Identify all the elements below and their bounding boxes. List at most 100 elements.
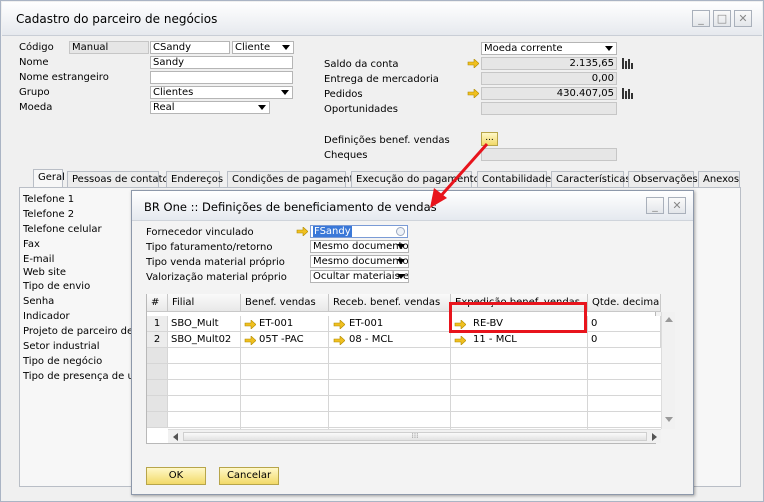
codigo-label: Código: [19, 42, 54, 53]
link-arrow-icon[interactable]: [296, 227, 308, 236]
tipo-faturamento-select[interactable]: Mesmo documento: [310, 240, 409, 253]
website-label: Web site: [23, 267, 67, 278]
grid-header-number: #: [147, 294, 168, 312]
telefone-celular-label: Telefone celular: [23, 224, 102, 235]
scroll-up-icon[interactable]: [665, 317, 673, 322]
cell-filial[interactable]: SBO_Mult02: [168, 332, 241, 348]
tab-condicoes-pagamento[interactable]: Condições de pagamento: [227, 171, 360, 187]
senha-label: Senha: [23, 296, 55, 307]
benef-definitions-dialog: BR One :: Definições de beneficiamento d…: [131, 190, 694, 495]
highlight-box: [449, 302, 587, 333]
entrega-field: 0,00: [481, 72, 617, 85]
indicador-label: Indicador: [23, 311, 70, 322]
tab-geral[interactable]: Geral: [33, 169, 65, 187]
grid-header-receb-benef[interactable]: Receb. benef. vendas: [329, 294, 451, 312]
window-title-bar: Cadastro do parceiro de negócios _ □ ✕: [2, 2, 762, 36]
setor-industrial-label: Setor industrial: [23, 341, 100, 352]
moeda-label: Moeda: [19, 102, 53, 113]
grid-header-benef-vendas[interactable]: Benef. vendas: [241, 294, 329, 312]
choose-from-list-icon[interactable]: [396, 227, 405, 236]
saldo-label: Saldo da conta: [324, 59, 399, 70]
row-number[interactable]: 1: [147, 316, 168, 332]
telefone2-label: Telefone 2: [23, 209, 75, 220]
partner-type-select[interactable]: Cliente: [232, 41, 294, 54]
pedidos-field: 430.407,05: [481, 87, 617, 100]
moeda-corrente-select[interactable]: Moeda corrente: [481, 42, 617, 55]
cell-qtde-decimais[interactable]: 0: [588, 332, 661, 348]
close-button[interactable]: ✕: [734, 10, 752, 27]
cell-benef-vendas-text: ET-001: [259, 318, 294, 329]
dialog-close-button[interactable]: ✕: [668, 197, 686, 214]
bar-chart-icon[interactable]: [621, 56, 635, 70]
oportunidades-field: [481, 102, 617, 115]
scroll-down-icon[interactable]: [665, 417, 673, 422]
annotation-arrow-icon: [430, 143, 489, 208]
tab-caracteristicas[interactable]: Características: [551, 171, 631, 187]
tab-anexos[interactable]: Anexos: [698, 171, 740, 187]
valorizacao-select[interactable]: Ocultar materiais e a: [310, 270, 409, 283]
cell-receb-benef[interactable]: 08 - MCL: [329, 332, 451, 348]
link-arrow-icon[interactable]: [333, 320, 345, 329]
codigo-series-field[interactable]: Manual: [69, 41, 149, 54]
cell-receb-benef-text: ET-001: [349, 318, 384, 329]
grid-horizontal-scrollbar[interactable]: ⁞⁞⁞: [168, 429, 661, 443]
dialog-title-bar: BR One :: Definições de beneficiamento d…: [132, 191, 693, 221]
cancel-button[interactable]: Cancelar: [219, 467, 279, 485]
bar-chart-icon[interactable]: [621, 86, 635, 100]
scroll-thumb[interactable]: ⁞⁞⁞: [183, 432, 647, 441]
grid-vertical-scrollbar[interactable]: [661, 312, 675, 429]
link-arrow-icon[interactable]: [244, 320, 256, 329]
cell-receb-benef[interactable]: ET-001: [329, 316, 451, 332]
projeto-parceiro-label: Projeto de parceiro de n: [23, 326, 143, 337]
nome-label: Nome: [19, 57, 49, 68]
grupo-label: Grupo: [19, 87, 50, 98]
minimize-button[interactable]: _: [692, 10, 710, 27]
scroll-right-icon[interactable]: [652, 433, 657, 441]
cheques-label: Cheques: [324, 150, 368, 161]
fornecedor-field[interactable]: FSandy: [310, 225, 408, 238]
email-label: E-mail: [23, 254, 55, 265]
dialog-title: BR One :: Definições de beneficiamento d…: [144, 200, 437, 214]
pedidos-label: Pedidos: [324, 89, 363, 100]
tab-enderecos[interactable]: Endereços: [166, 171, 223, 187]
valorizacao-label: Valorização material próprio: [146, 272, 287, 283]
dialog-minimize-button[interactable]: _: [646, 197, 664, 214]
maximize-button[interactable]: □: [713, 10, 731, 27]
nome-estrangeiro-label: Nome estrangeiro: [19, 72, 109, 83]
moeda-select[interactable]: Real: [150, 101, 270, 114]
grid-empty-rows: [147, 348, 661, 429]
grid-header-qtde-decimais[interactable]: Qtde. decimais: [588, 294, 661, 312]
cell-expedicao-benef-text: 11 - MCL: [473, 334, 517, 345]
fornecedor-value: FSandy: [313, 226, 352, 237]
nome-estrangeiro-field[interactable]: [150, 71, 293, 84]
tab-pessoas-contato[interactable]: Pessoas de contato: [67, 171, 169, 187]
link-arrow-icon[interactable]: [467, 59, 479, 68]
tab-observacoes[interactable]: Observações: [628, 171, 698, 187]
tipo-envio-label: Tipo de envio: [23, 281, 91, 292]
tipo-negocio-label: Tipo de negócio: [23, 356, 103, 367]
tipo-venda-select[interactable]: Mesmo documento: [310, 255, 409, 268]
cell-expedicao-benef[interactable]: 11 - MCL: [451, 332, 588, 348]
tipo-faturamento-label: Tipo faturamento/retorno: [146, 242, 273, 253]
cell-benef-vendas-text: 05T -PAC: [259, 334, 304, 345]
grid-header-filial[interactable]: Filial: [168, 294, 241, 312]
link-arrow-icon[interactable]: [244, 336, 256, 345]
link-arrow-icon[interactable]: [333, 336, 345, 345]
cell-filial[interactable]: SBO_Mult: [168, 316, 241, 332]
window-title: Cadastro do parceiro de negócios: [16, 12, 218, 26]
cell-receb-benef-text: 08 - MCL: [349, 334, 393, 345]
link-arrow-icon[interactable]: [467, 89, 479, 98]
scroll-left-icon[interactable]: [173, 433, 178, 441]
tipo-presenca-label: Tipo de presença de usu: [23, 371, 146, 382]
grupo-select[interactable]: Clientes: [150, 86, 293, 99]
codigo-field[interactable]: CSandy: [150, 41, 230, 54]
cell-qtde-decimais[interactable]: 0: [588, 316, 661, 332]
link-arrow-icon[interactable]: [454, 336, 466, 345]
ok-button[interactable]: OK: [146, 467, 206, 485]
entrega-label: Entrega de mercadoria: [324, 74, 439, 85]
fax-label: Fax: [23, 239, 40, 250]
row-number[interactable]: 2: [147, 332, 168, 348]
telefone1-label: Telefone 1: [23, 194, 75, 205]
nome-field[interactable]: Sandy: [150, 56, 293, 69]
cheques-field: [481, 148, 617, 161]
